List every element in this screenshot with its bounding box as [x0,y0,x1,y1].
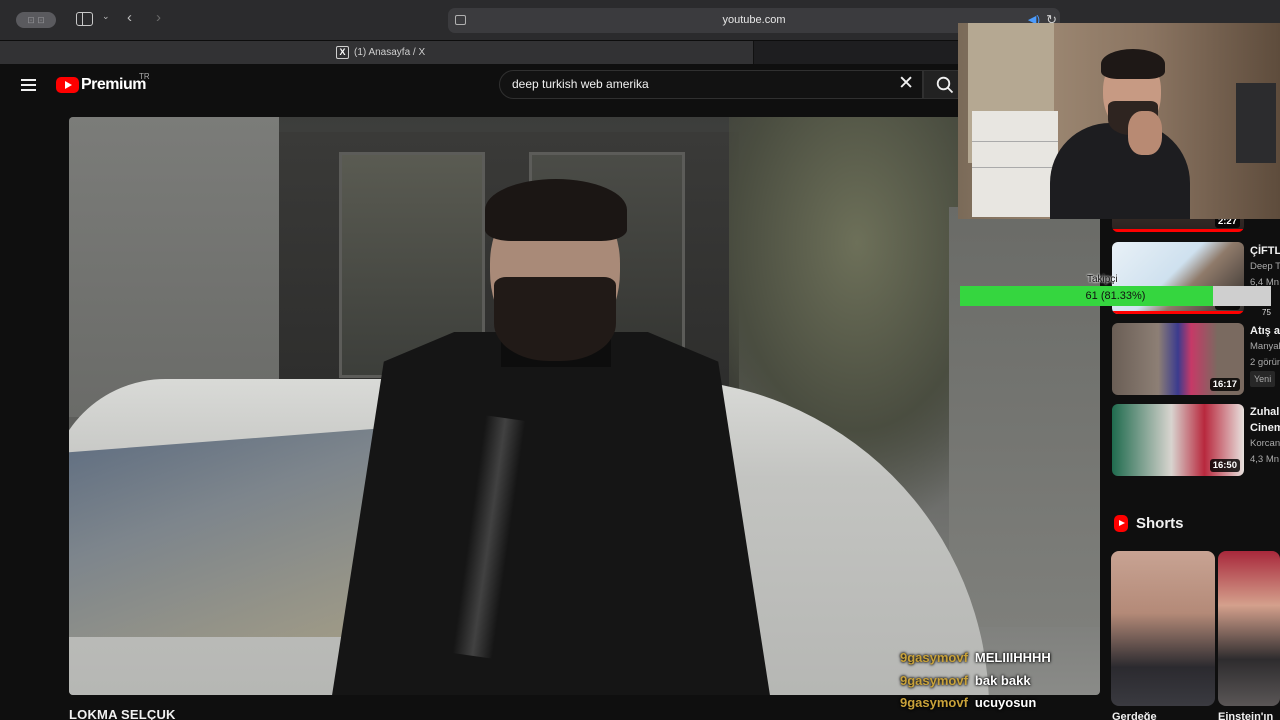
sidebar-toggle-icon[interactable] [76,12,93,26]
recommended-info[interactable]: Atış a Manyak 2 görün Yeni [1250,323,1280,388]
poll-count: 75 [1262,308,1271,317]
recommended-title-line2: Cinem [1250,422,1280,434]
poll-label: Takipçi [1087,274,1118,285]
recommended-thumbnail[interactable]: 16:17 [1112,323,1244,395]
video-duration: 16:17 [1209,378,1240,391]
youtube-logo-icon[interactable] [56,77,79,93]
channel-name: Korcan [1250,438,1280,449]
tab-x[interactable]: X (1) Anasayfa / X [0,41,754,64]
view-count: 2 görün [1250,357,1280,368]
shorts-thumbnail[interactable] [1111,551,1215,706]
video-frame-scene [69,117,279,417]
video-player[interactable] [69,117,1100,695]
chat-message: 9gasymovf bak bakk [900,672,1031,688]
back-arrow-icon[interactable]: ‹ [127,9,132,26]
x-logo-icon: X [336,46,349,59]
search-box[interactable]: ✕ [499,70,923,99]
webcam-overlay [958,23,1280,219]
poll-bar: 61 (81.33%) [960,286,1271,306]
poll-result: 61 (81.33%) [1085,290,1146,302]
view-count: 4,3 Mn [1250,454,1280,465]
shorts-label: Shorts [1136,515,1184,532]
recommended-info[interactable]: ÇİFTL Deep T 6,4 Mn [1250,243,1280,291]
youtube-premium-logo[interactable]: Premium [81,76,146,94]
clear-search-icon[interactable]: ✕ [898,74,914,94]
chat-message: 9gasymovf ucuyosun [900,695,1037,710]
shorts-icon [1114,515,1128,532]
shorts-title[interactable]: Gerdeğe [1112,711,1157,720]
new-badge: Yeni [1250,371,1276,387]
shorts-thumbnail[interactable] [1218,551,1280,706]
recommended-thumbnail[interactable]: 16:50 [1112,404,1244,476]
region-code: TR [139,72,150,81]
chat-message: 9gasymovf MELIIIHHHH [900,650,1051,665]
shorts-title[interactable]: Einstein'ın [1218,711,1273,720]
tab-overview-button[interactable]: ⊡ ⊡ [16,12,56,28]
search-icon [936,76,954,94]
tab-title: (1) Anasayfa / X [354,47,426,58]
recommended-title: Zuhal [1250,406,1280,418]
stream-chat-overlay: 9gasymovf MELIIIHHHH 9gasymovf bak bakk 9g… [900,647,1051,715]
video-title: LOKMA SELÇUK [69,707,176,720]
recommended-title: ÇİFTL [1250,245,1280,257]
streamer-figure [1050,123,1190,219]
search-input[interactable] [512,77,882,91]
shorts-header: Shorts [1114,515,1184,532]
forward-arrow-icon[interactable]: › [156,9,161,26]
recommended-info[interactable]: Zuhal Cinem Korcan 4,3 Mn [1250,404,1280,468]
recommended-title: Atış a [1250,325,1280,337]
channel-name: Manyak [1250,341,1280,352]
channel-name: Deep T [1250,261,1280,272]
video-duration: 16:50 [1209,459,1240,472]
video-person [331,332,771,695]
chevron-down-icon[interactable]: ⌄ [102,11,110,22]
menu-icon[interactable] [21,79,36,91]
